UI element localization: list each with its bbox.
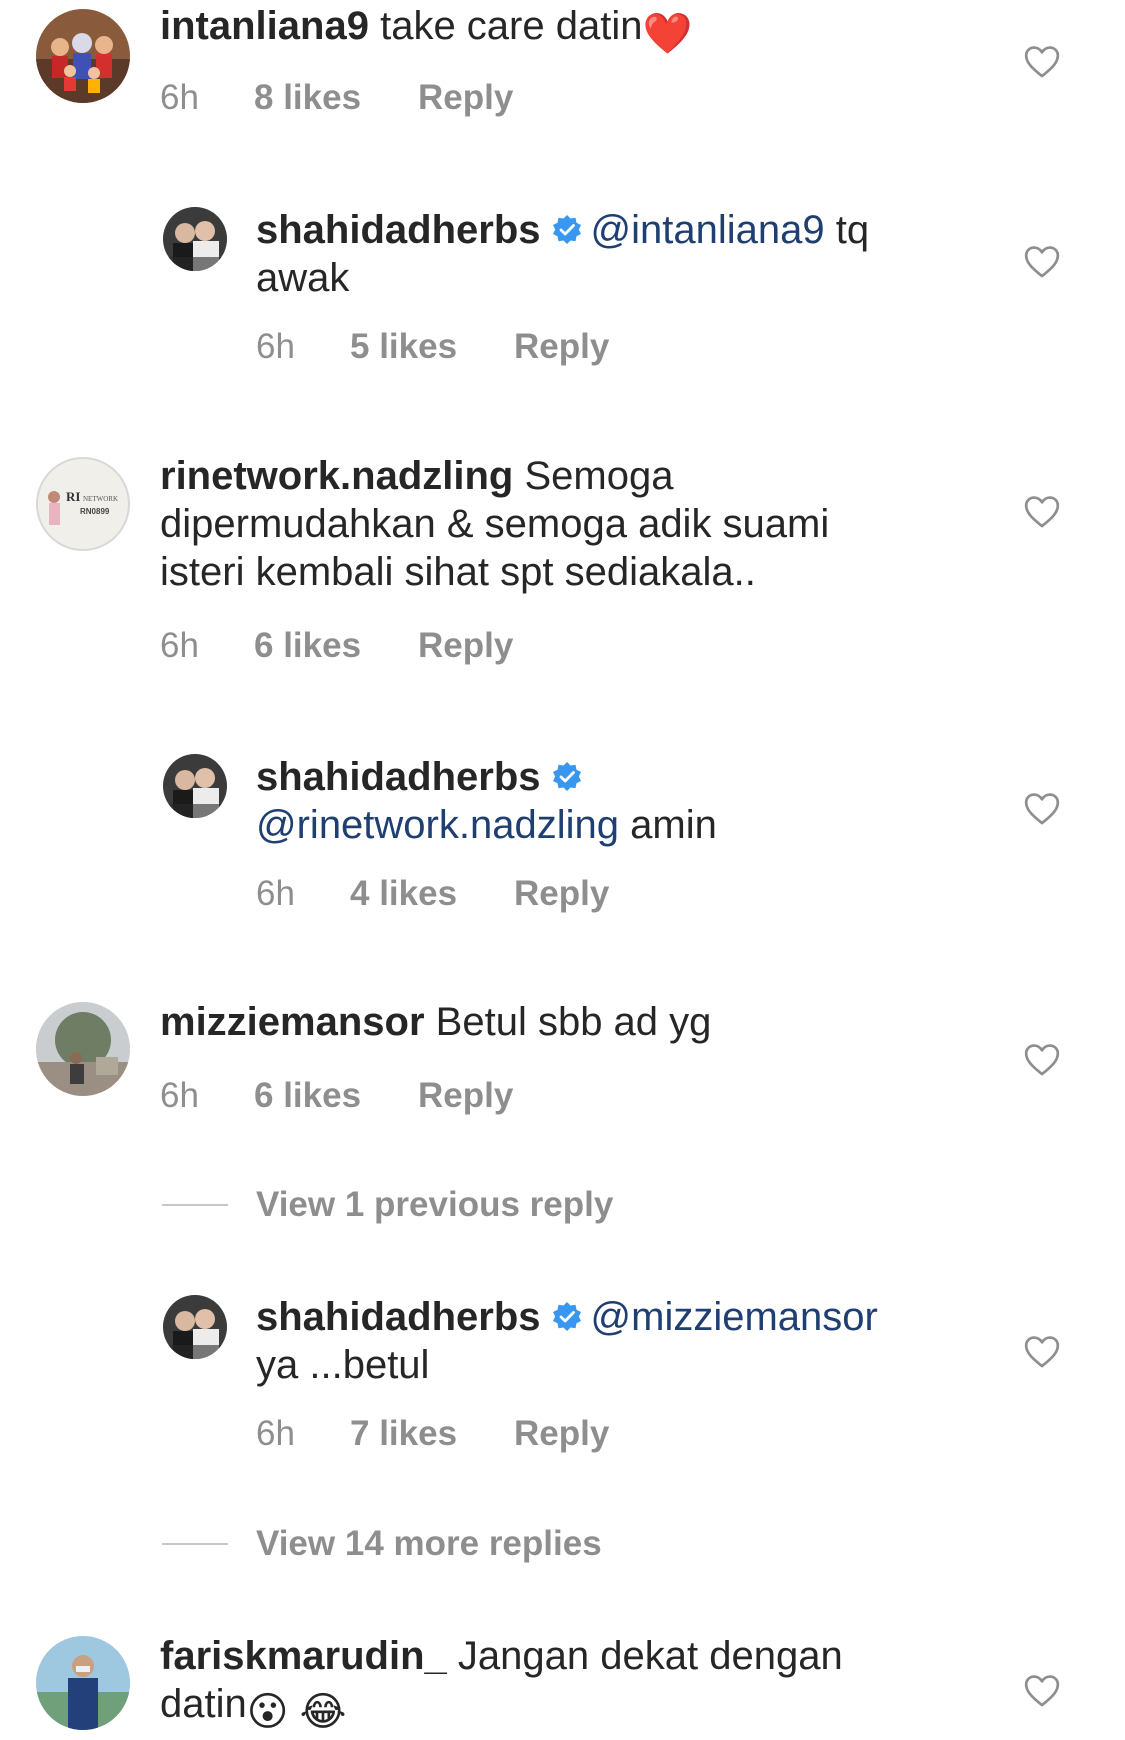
comment-username[interactable]: mizziemansor [160, 1000, 425, 1044]
avatar[interactable] [163, 1295, 227, 1359]
comment-meta: 6h 6 likes Reply [160, 1076, 513, 1116]
comment-text: fariskmarudin_ Jangan dekat dengan datin… [160, 1632, 900, 1736]
avatar[interactable]: RI NETWORK RN0899 [36, 457, 130, 551]
avatar-code-text: RN0899 [80, 507, 110, 516]
comment-likes[interactable]: 6 likes [254, 1076, 418, 1116]
comment-username[interactable]: shahidadherbs [256, 208, 541, 252]
mention-link[interactable]: @intanliana9 [591, 208, 825, 252]
comment-meta: 6h 4 likes Reply [256, 874, 609, 914]
comment-text: intanliana9 take care datin❤️ [160, 2, 900, 58]
comment-likes[interactable]: 8 likes [254, 78, 418, 118]
reply-thread-line [162, 1204, 228, 1206]
verified-badge-icon [551, 1301, 583, 1333]
reply-thread-line [162, 1543, 228, 1545]
avatar-image [36, 9, 130, 103]
laughing-crying-emoji: 😂 [299, 1690, 347, 1734]
comment-text: shahidadherbs @rinetwork.nadzling amin [256, 753, 916, 849]
comment-meta: 6h 5 likes Reply [256, 327, 609, 367]
like-heart-icon[interactable] [1023, 1672, 1061, 1708]
comment-username[interactable]: shahidadherbs [256, 1295, 541, 1339]
avatar[interactable] [36, 1002, 130, 1096]
comment-likes[interactable]: 7 likes [350, 1414, 514, 1454]
reply-button[interactable]: Reply [418, 626, 513, 666]
comment-time: 6h [160, 626, 199, 665]
comment-likes[interactable]: 5 likes [350, 327, 514, 367]
like-heart-icon[interactable] [1023, 243, 1061, 279]
comment-text: mizziemansor Betul sbb ad yg [160, 998, 900, 1046]
avatar-image [163, 754, 227, 818]
surprised-face-emoji: 😮 [246, 1690, 289, 1734]
comment-body: ya ...betul [256, 1343, 430, 1387]
like-heart-icon[interactable] [1023, 493, 1061, 529]
comment-text: shahidadherbs @mizziemansor ya ...betul [256, 1293, 916, 1389]
like-heart-icon[interactable] [1023, 790, 1061, 826]
comment-body: Betul sbb ad yg [435, 1000, 712, 1044]
reply-button[interactable]: Reply [514, 1414, 609, 1454]
like-heart-icon[interactable] [1023, 1041, 1061, 1077]
comment-username[interactable]: shahidadherbs [256, 755, 541, 799]
comment-meta: 6h 8 likes Reply [160, 78, 513, 118]
comment-meta: 6h 6 likes Reply [160, 626, 513, 666]
comment-username[interactable]: fariskmarudin_ [160, 1634, 447, 1678]
view-previous-label[interactable]: View 1 previous reply [256, 1185, 613, 1225]
comment-time: 6h [160, 78, 199, 117]
comment-body: take care datin [380, 4, 643, 48]
avatar[interactable] [163, 754, 227, 818]
avatar-image [163, 207, 227, 271]
reply-button[interactable]: Reply [418, 1076, 513, 1116]
avatar[interactable] [36, 9, 130, 103]
comment-username[interactable]: intanliana9 [160, 4, 369, 48]
heart-emoji: ❤️ [642, 12, 693, 56]
reply-button[interactable]: Reply [418, 78, 513, 118]
avatar-logo-subtext: NETWORK [83, 495, 118, 503]
verified-badge-icon [551, 214, 583, 246]
mention-link[interactable]: @mizziemansor [591, 1295, 878, 1339]
comment-text: shahidadherbs @intanliana9 tq awak [256, 206, 916, 302]
comment-time: 6h [256, 327, 295, 366]
avatar-image [36, 1002, 130, 1096]
avatar[interactable] [163, 207, 227, 271]
avatar-image [163, 1295, 227, 1359]
avatar-image [36, 1636, 130, 1730]
comment-username[interactable]: rinetwork.nadzling [160, 454, 513, 498]
reply-button[interactable]: Reply [514, 327, 609, 367]
avatar-logo-text: RI [66, 489, 80, 504]
comment-likes[interactable]: 4 likes [350, 874, 514, 914]
avatar[interactable] [36, 1636, 130, 1730]
mention-link[interactable]: @rinetwork.nadzling [256, 803, 619, 847]
comment-text: rinetwork.nadzling Semoga dipermudahkan … [160, 452, 900, 596]
view-more-label[interactable]: View 14 more replies [256, 1524, 602, 1564]
verified-badge-icon [551, 761, 583, 793]
like-heart-icon[interactable] [1023, 43, 1061, 79]
comment-time: 6h [256, 1414, 295, 1453]
comment-body: amin [630, 803, 717, 847]
comment-time: 6h [160, 1076, 199, 1115]
comment-time: 6h [256, 874, 295, 913]
comment-meta: 6h 7 likes Reply [256, 1414, 609, 1454]
avatar-image: RI NETWORK RN0899 [36, 457, 130, 551]
like-heart-icon[interactable] [1023, 1333, 1061, 1369]
reply-button[interactable]: Reply [514, 874, 609, 914]
comment-likes[interactable]: 6 likes [254, 626, 418, 666]
